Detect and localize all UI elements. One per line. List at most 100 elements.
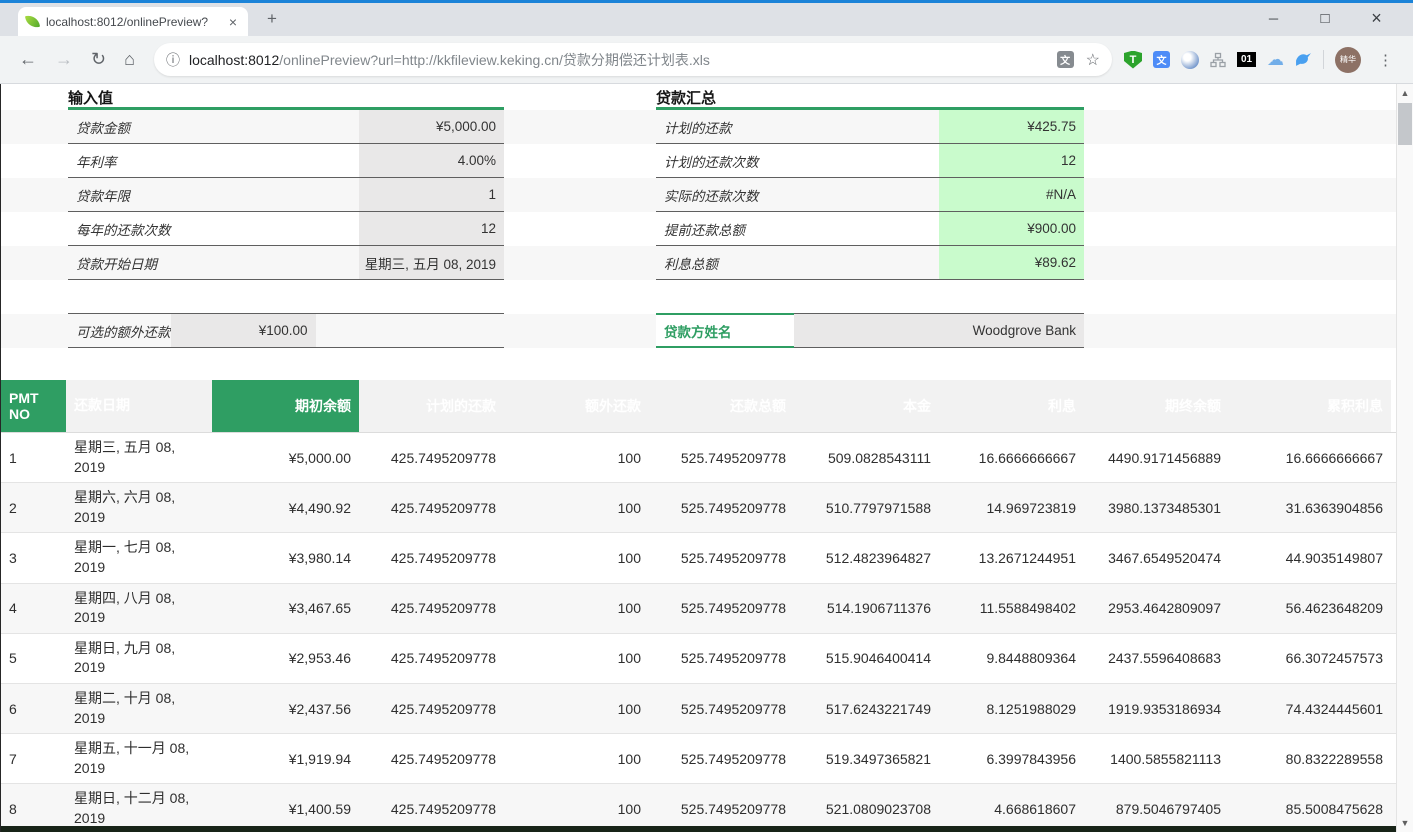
browser-tab[interactable]: localhost:8012/onlinePreview? × <box>18 7 248 36</box>
tampermonkey-icon[interactable]: T <box>1124 51 1142 69</box>
cell-extra-payment: 100 <box>504 445 649 471</box>
scroll-down-icon[interactable]: ▼ <box>1397 818 1413 828</box>
sitemap-extension-icon[interactable] <box>1210 52 1226 68</box>
row-label: 利息总额 <box>656 246 939 279</box>
cell-interest: 8.1251988029 <box>939 696 1084 722</box>
row-label: 贷款开始日期 <box>68 246 359 279</box>
row-value: 4.00% <box>359 144 504 177</box>
translate-page-icon[interactable]: 文 <box>1057 51 1074 68</box>
row-label: 计划的还款 <box>656 110 939 143</box>
table-row: 利息总额 ¥89.62 <box>656 246 1084 280</box>
cell-ending-balance: 1919.9353186934 <box>1084 696 1229 722</box>
cell-principal: 515.9046400414 <box>794 645 939 671</box>
address-bar[interactable]: ⓘ localhost:8012/onlinePreview?url=http:… <box>154 43 1112 76</box>
schedule-body: 1 星期三, 五月 08, 2019 ¥5,000.00 425.7495209… <box>1 433 1396 832</box>
bird-extension-icon[interactable] <box>1295 51 1312 68</box>
close-button[interactable]: × <box>1362 8 1392 29</box>
header-payment-date: 还款日期 <box>66 380 212 432</box>
cell-payment-date: 星期日, 九月 08, 2019 <box>66 634 212 683</box>
cell-payment-date: 星期日, 十二月 08, 2019 <box>66 784 212 832</box>
cell-extra-payment: 100 <box>504 796 649 822</box>
01-extension-icon[interactable]: 01 <box>1237 52 1256 67</box>
row-value: 星期三, 五月 08, 2019 <box>359 246 504 279</box>
table-row: 实际的还款次数 #N/A <box>656 178 1084 212</box>
cell-principal: 521.0809023708 <box>794 796 939 822</box>
cell-payment-date: 星期二, 十月 08, 2019 <box>66 684 212 733</box>
bookmark-star-icon[interactable]: ☆ <box>1086 50 1100 70</box>
forward-button[interactable]: → <box>55 49 73 70</box>
new-tab-button[interactable]: + <box>260 8 284 32</box>
header-principal: 本金 <box>794 380 939 432</box>
cloud-extension-icon[interactable]: ☁ <box>1267 50 1284 70</box>
titlebar: localhost:8012/onlinePreview? × + ─ □ × <box>0 0 1413 36</box>
cell-pmt-no: 4 <box>1 595 66 621</box>
header-total-payment: 还款总额 <box>649 380 794 432</box>
cell-principal: 519.3497365821 <box>794 746 939 772</box>
table-row: 8 星期日, 十二月 08, 2019 ¥1,400.59 425.749520… <box>1 784 1396 832</box>
page-info-icon[interactable]: ⓘ <box>166 50 180 70</box>
cell-cumulative-interest: 56.4623648209 <box>1229 595 1391 621</box>
cell-total-payment: 525.7495209778 <box>649 796 794 822</box>
cell-payment-date: 星期三, 五月 08, 2019 <box>66 433 212 482</box>
cell-interest: 4.668618607 <box>939 796 1084 822</box>
cell-beginning-balance: ¥4,490.92 <box>212 495 359 521</box>
table-row: 1 星期三, 五月 08, 2019 ¥5,000.00 425.7495209… <box>1 433 1396 483</box>
row-value: ¥425.75 <box>939 110 1084 143</box>
cell-interest: 13.2671244951 <box>939 545 1084 571</box>
cell-scheduled-payment: 425.7495209778 <box>359 595 504 621</box>
cell-extra-payment: 100 <box>504 746 649 772</box>
browser-menu-icon[interactable]: ⋮ <box>1378 51 1393 69</box>
cell-cumulative-interest: 74.4324445601 <box>1229 696 1391 722</box>
reload-button[interactable]: ↻ <box>91 49 106 70</box>
kkfileview-leaf-icon <box>25 14 40 29</box>
table-row: 贷款年限 1 <box>68 178 504 212</box>
header-interest: 利息 <box>939 380 1084 432</box>
cell-cumulative-interest: 66.3072457573 <box>1229 645 1391 671</box>
row-label: 年利率 <box>68 144 359 177</box>
cell-cumulative-interest: 31.6363904856 <box>1229 495 1391 521</box>
table-row: 贷款开始日期 星期三, 五月 08, 2019 <box>68 246 504 280</box>
extra-payment-row: 可选的额外还款 ¥100.00 <box>68 313 504 348</box>
scrollbar-thumb[interactable] <box>1398 103 1412 145</box>
table-row: 贷款金额 ¥5,000.00 <box>68 110 504 144</box>
spacer <box>1 348 1396 380</box>
toolbar-separator <box>1323 50 1324 69</box>
cell-scheduled-payment: 425.7495209778 <box>359 796 504 822</box>
tab-close-icon[interactable]: × <box>226 14 240 30</box>
swirl-extension-icon[interactable] <box>1181 51 1199 69</box>
table-row: 3 星期一, 七月 08, 2019 ¥3,980.14 425.7495209… <box>1 533 1396 583</box>
vertical-scrollbar[interactable]: ▲ ▼ <box>1396 84 1413 832</box>
row-value: ¥5,000.00 <box>359 110 504 143</box>
table-row: 7 星期五, 十一月 08, 2019 ¥1,919.94 425.749520… <box>1 734 1396 784</box>
translate-extension-icon[interactable]: 文 <box>1153 51 1170 68</box>
home-button[interactable]: ⌂ <box>124 49 135 70</box>
cell-extra-payment: 100 <box>504 645 649 671</box>
minimize-button[interactable]: ─ <box>1259 11 1289 26</box>
cell-principal: 510.7797971588 <box>794 495 939 521</box>
cell-interest: 16.6666666667 <box>939 445 1084 471</box>
cell-ending-balance: 3980.1373485301 <box>1084 495 1229 521</box>
header-ending-balance: 期终余额 <box>1084 380 1229 432</box>
maximize-button[interactable]: □ <box>1310 10 1340 27</box>
cell-principal: 509.0828543111 <box>794 445 939 471</box>
cell-interest: 9.8448809364 <box>939 645 1084 671</box>
document-bottom-bar <box>1 826 1396 832</box>
cell-interest: 14.969723819 <box>939 495 1084 521</box>
schedule-header: PMT NO 还款日期 期初余额 计划的还款 额外还款 还款总额 本金 利息 期… <box>1 380 1396 433</box>
table-row: 计划的还款次数 12 <box>656 144 1084 178</box>
cell-interest: 11.5588498402 <box>939 595 1084 621</box>
table-row: 每年的还款次数 12 <box>68 212 504 246</box>
table-row: 2 星期六, 六月 08, 2019 ¥4,490.92 425.7495209… <box>1 483 1396 533</box>
cell-scheduled-payment: 425.7495209778 <box>359 445 504 471</box>
cell-principal: 514.1906711376 <box>794 595 939 621</box>
preview-content: 输入值 贷款汇总 贷款金额 ¥5,000.00 年利率 4.00% 贷款年限 1 <box>0 84 1413 832</box>
table-row: 提前还款总额 ¥900.00 <box>656 212 1084 246</box>
back-button[interactable]: ← <box>19 49 37 70</box>
row-label: 每年的还款次数 <box>68 212 359 245</box>
profile-avatar[interactable]: 精华 <box>1335 47 1361 73</box>
row-label: 贷款年限 <box>68 178 359 211</box>
lender-row: 贷款方姓名 Woodgrove Bank <box>656 313 1084 348</box>
scroll-up-icon[interactable]: ▲ <box>1397 88 1413 98</box>
cell-pmt-no: 3 <box>1 545 66 571</box>
row-label: 可选的额外还款 <box>68 314 171 347</box>
